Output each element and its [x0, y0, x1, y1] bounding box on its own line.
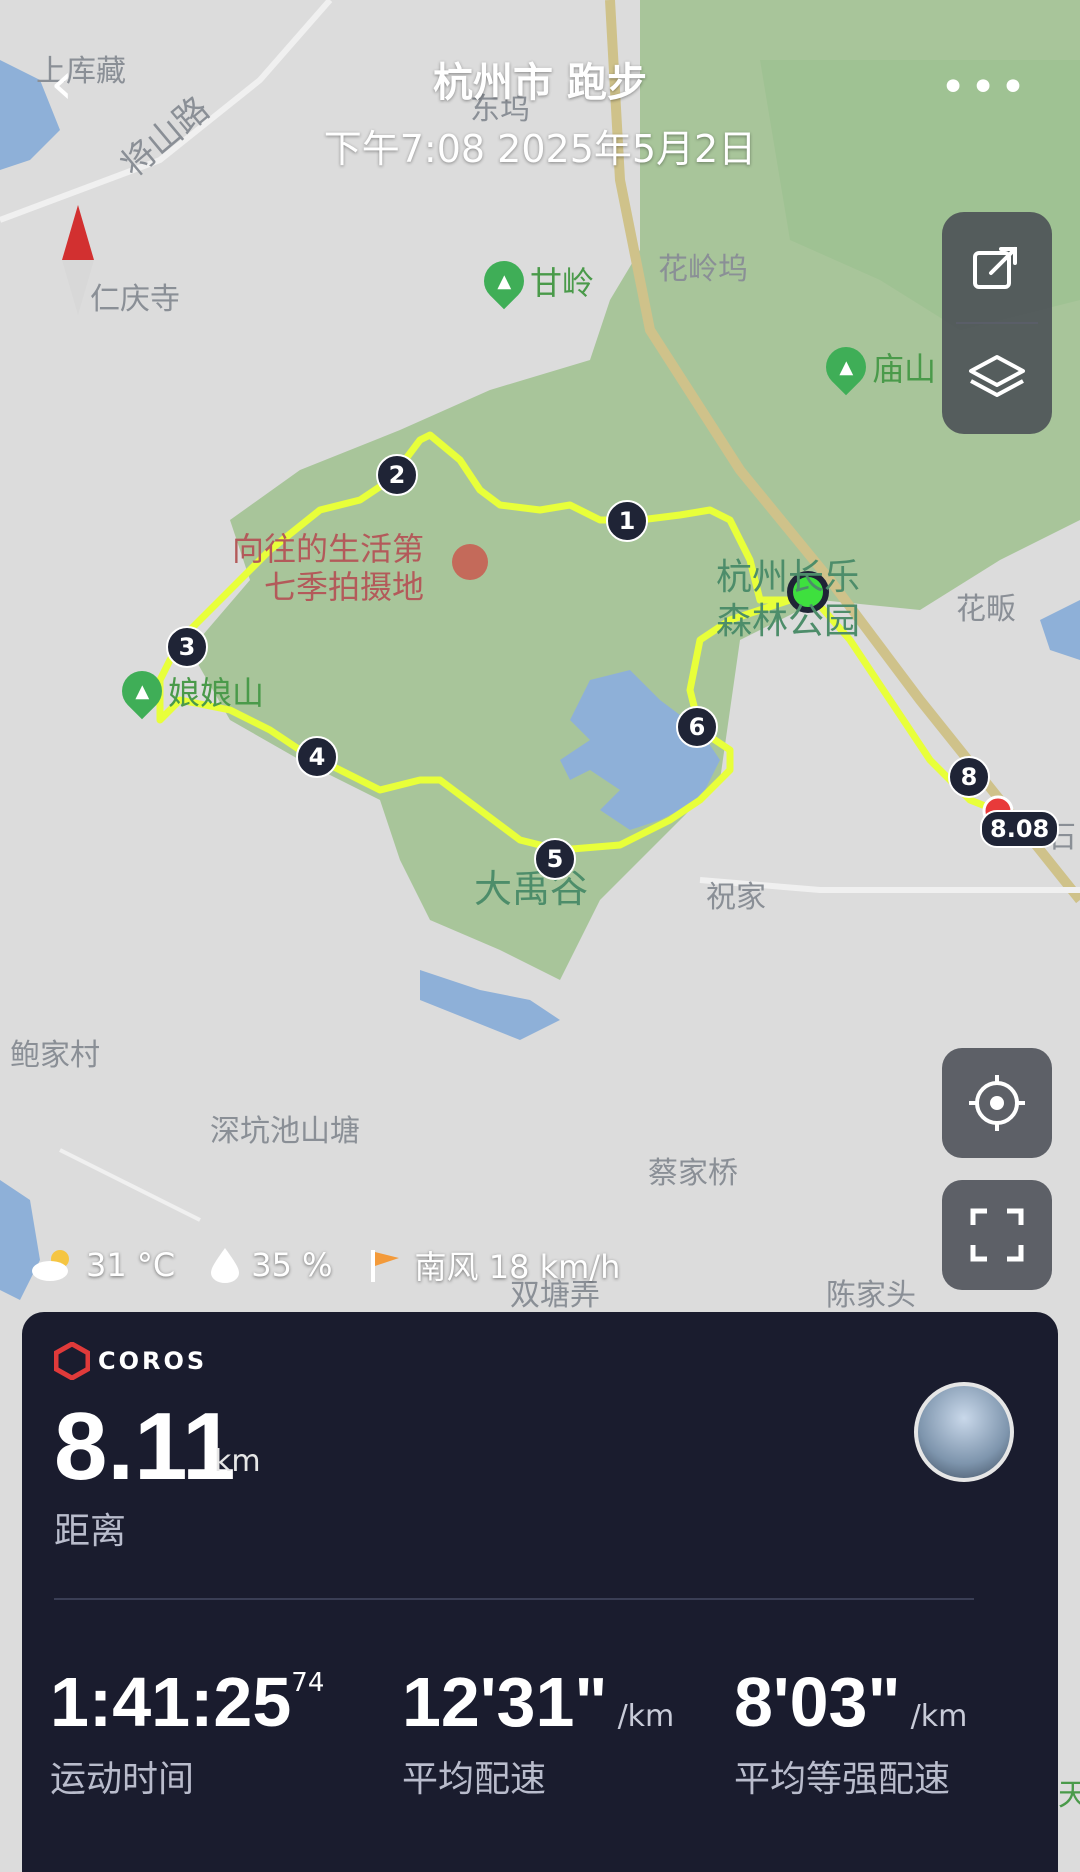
- poi-niangniangshan[interactable]: ▲ 娘娘山: [113, 662, 264, 720]
- activity-datetime: 下午7:08 2025年5月2日: [323, 127, 757, 171]
- temperature-value: 31 °C: [86, 1246, 176, 1284]
- km-marker[interactable]: 5: [534, 838, 576, 880]
- partly-sunny-icon: [32, 1250, 69, 1281]
- weather-bar: 31 °C 35 % 南风 18 km/h: [30, 1240, 640, 1290]
- place-label: 祝家: [706, 880, 766, 915]
- wind-flag-icon: [370, 1250, 399, 1282]
- km-marker[interactable]: 3: [166, 626, 208, 668]
- place-label: 花岭坞: [658, 252, 748, 287]
- avatar[interactable]: [914, 1382, 1014, 1482]
- place-label: 仁庆寺: [90, 282, 180, 317]
- stat-duration: 1:41:2574 运动时间: [50, 1663, 325, 1800]
- humidity-icon: [211, 1248, 240, 1283]
- share-icon: [973, 247, 1017, 289]
- stat-avg-gap: 8'03"/km 平均等强配速: [734, 1663, 968, 1800]
- header: ‹ 杭州市 跑步 下午7:08 2025年5月2日 •••: [0, 0, 1080, 171]
- place-label: 花畈: [956, 592, 1016, 627]
- km-marker[interactable]: 2: [376, 454, 418, 496]
- divider: [54, 1598, 974, 1600]
- mountain-icon: ▲: [113, 662, 171, 720]
- locate-button[interactable]: [942, 1048, 1052, 1158]
- stat-avg-pace: 12'31"/km 平均配速: [402, 1663, 675, 1800]
- wind-value: 南风 18 km/h: [414, 1248, 621, 1286]
- end-distance-badge: 8.08: [980, 810, 1060, 848]
- coros-logo-icon: [54, 1342, 90, 1380]
- page-title: 杭州市 跑步: [433, 60, 647, 106]
- fullscreen-icon: [970, 1208, 1024, 1262]
- map-layers-button[interactable]: [942, 324, 1052, 434]
- map-tools-group: [942, 212, 1052, 434]
- poi-ganling[interactable]: ▲ 甘岭: [475, 252, 594, 310]
- km-marker[interactable]: 1: [606, 500, 648, 542]
- place-label: 深坑池山塘: [210, 1114, 360, 1149]
- km-marker[interactable]: 8: [948, 756, 990, 798]
- park-label: 杭州长乐 森林公园: [716, 557, 861, 642]
- place-label: 鲍家村: [10, 1038, 100, 1073]
- mountain-icon: ▲: [475, 252, 533, 310]
- share-button[interactable]: [942, 212, 1052, 322]
- distance-label: 距离: [54, 1511, 127, 1552]
- mountain-icon: ▲: [817, 338, 875, 396]
- layers-icon: [969, 355, 1025, 397]
- brand-logo: COROS: [54, 1342, 207, 1380]
- activity-summary-card: COROS 8.11 km 距离 1:41:2574 运动时间 12'31"/k…: [22, 1312, 1058, 1872]
- km-marker[interactable]: 4: [296, 736, 338, 778]
- locate-icon: [969, 1075, 1025, 1131]
- place-label: 陈家头: [826, 1278, 916, 1313]
- landmark-pin-icon: [452, 544, 488, 580]
- km-marker[interactable]: 6: [676, 706, 718, 748]
- fullscreen-button[interactable]: [942, 1180, 1052, 1290]
- more-options-icon[interactable]: •••: [940, 62, 1030, 113]
- landmark-label[interactable]: 向往的生活第 七季拍摄地: [232, 530, 424, 606]
- place-label: 天: [1058, 1778, 1080, 1813]
- poi-miaoshan[interactable]: ▲ 庙山: [817, 338, 936, 396]
- place-label: 蔡家桥: [648, 1156, 738, 1191]
- distance-unit: km: [214, 1444, 261, 1479]
- distance-value: 8.11: [54, 1393, 236, 1500]
- humidity-value: 35 %: [251, 1246, 333, 1284]
